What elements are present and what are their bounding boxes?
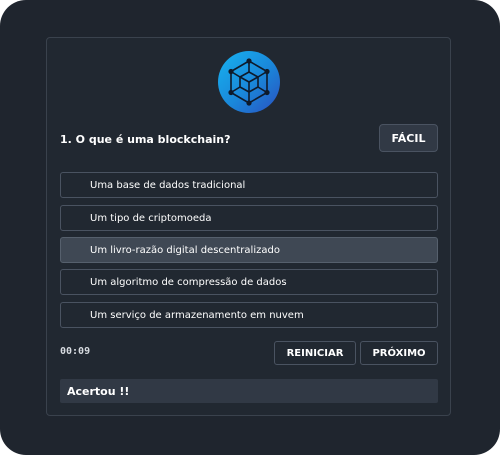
question-text: 1. O que é uma blockchain? [60,133,231,146]
answer-option-4[interactable]: Um algoritmo de compressão de dados [60,269,438,295]
feedback-message: Acertou !! [60,379,438,403]
answer-option-2[interactable]: Um tipo de criptomoeda [60,205,438,231]
quiz-card: 1. O que é uma blockchain? FÁCIL Uma bas… [46,37,451,416]
difficulty-badge: FÁCIL [379,124,438,152]
restart-button[interactable]: REINICIAR [274,341,356,365]
blockchain-logo [218,51,280,113]
timer: 00:09 [60,346,91,357]
answer-option-5[interactable]: Um serviço de armazenamento em nuvem [60,302,438,328]
next-button[interactable]: PRÓXIMO [360,341,438,365]
answer-option-1[interactable]: Uma base de dados tradicional [60,172,438,198]
app-window: 1. O que é uma blockchain? FÁCIL Uma bas… [0,0,500,455]
blockchain-cube-icon [228,58,270,106]
answer-option-3[interactable]: Um livro-razão digital descentralizado [60,237,438,263]
